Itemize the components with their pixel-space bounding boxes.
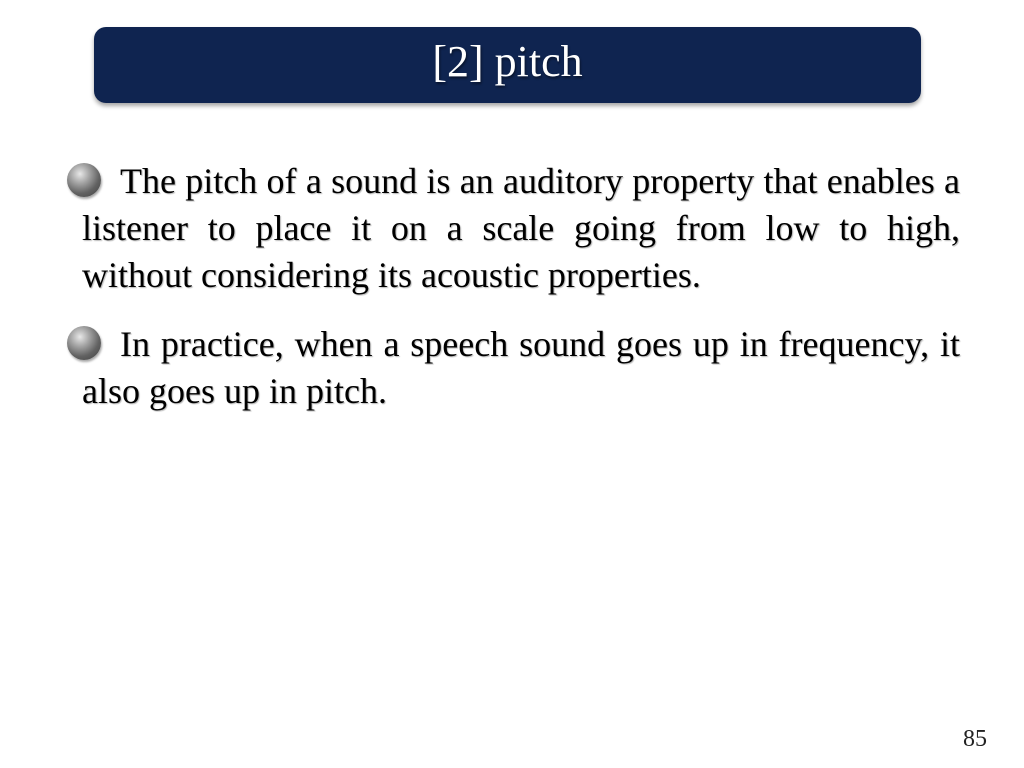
title-bar: [2] pitch [94, 27, 921, 103]
bullet-text: In practice, when a speech sound goes up… [82, 324, 960, 411]
bullet-item: In practice, when a speech sound goes up… [67, 321, 960, 415]
bullet-list: The pitch of a sound is an auditory prop… [67, 158, 960, 415]
bullet-text: The pitch of a sound is an auditory prop… [82, 161, 960, 295]
page-number: 85 [963, 726, 987, 752]
bullet-item: The pitch of a sound is an auditory prop… [67, 158, 960, 299]
round-gray-bullet-icon [67, 326, 101, 360]
round-gray-bullet-icon [67, 163, 101, 197]
slide: [2] pitch The pitch of a sound is an aud… [0, 0, 1024, 768]
slide-title: [2] pitch [432, 37, 583, 86]
